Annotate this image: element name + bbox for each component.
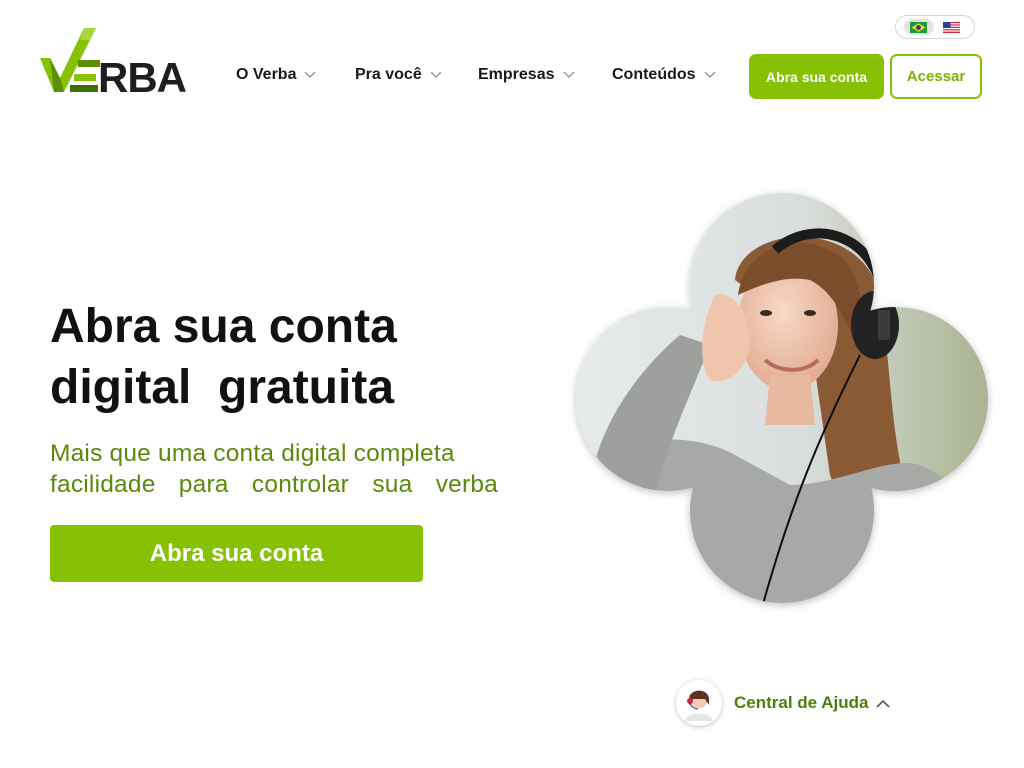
usa-flag-icon [943,21,960,33]
nav-item-conteudos[interactable]: Conteúdos [612,66,716,84]
language-switcher [895,15,975,39]
nav-item-empresas[interactable]: Empresas [478,66,575,84]
verba-logo[interactable]: RBA [38,24,190,96]
nav-item-label: Conteúdos [612,66,696,83]
hero-title: Abra sua conta digital gratuita [50,300,397,414]
nav-item-label: Pra você [355,66,422,83]
chevron-down-icon [430,71,442,79]
open-account-button[interactable]: Abra sua conta [749,54,884,99]
chevron-down-icon [304,71,317,79]
chevron-up-icon [876,699,891,708]
chevron-down-icon [562,71,575,79]
brazil-flag-icon [910,21,927,33]
hero-subtitle: Mais que uma conta digital completa faci… [50,438,500,500]
svg-text:RBA: RBA [98,54,187,96]
hero-clover-image [576,193,988,603]
nav-item-label: Empresas [478,66,555,83]
hero-subtitle-line-1: Mais que uma conta digital completa [50,440,455,467]
nav-item-o-verba[interactable]: O Verba [236,66,317,84]
support-agent-avatar [676,680,722,726]
language-option-pt[interactable] [903,19,934,35]
language-option-en[interactable] [937,19,967,35]
chevron-down-icon [704,71,716,79]
nav-item-label: O Verba [236,66,297,83]
nav-item-pra-voce[interactable]: Pra você [355,66,442,84]
help-center-label: Central de Ajuda [734,693,869,712]
hero-subtitle-line-2: facilidade para controlar sua verba [50,471,498,498]
hero-open-account-button[interactable]: Abra sua conta [50,525,423,582]
help-center-widget[interactable]: Central de Ajuda [676,680,891,726]
login-button[interactable]: Acessar [890,54,982,99]
